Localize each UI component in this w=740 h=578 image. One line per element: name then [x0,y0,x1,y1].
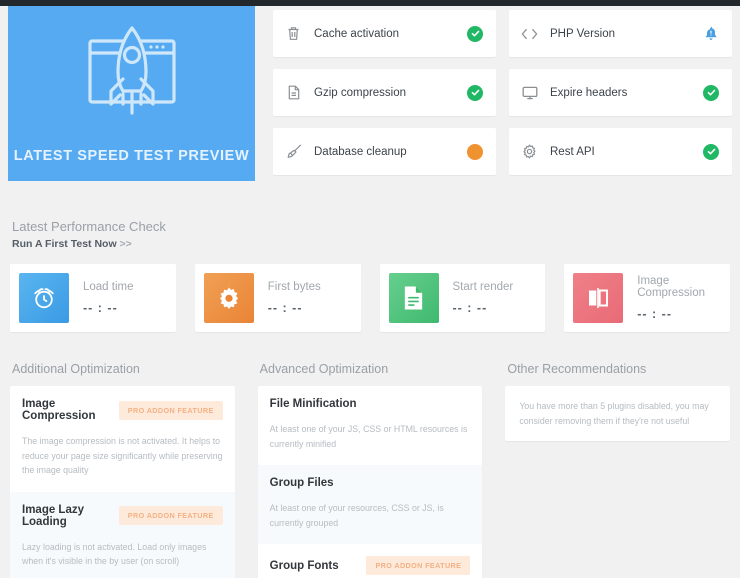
metric-label: Image Compression [637,275,730,299]
opt-item-image-compression[interactable]: Image Compression PRO ADDON FEATURE The … [10,386,235,492]
status-label: Database cleanup [314,146,467,158]
check-circle-icon [703,85,719,101]
column-title: Advanced Optimization [258,362,483,376]
hero-label: LATEST SPEED TEST PREVIEW [14,148,249,164]
metric-text: Start render -- : -- [453,281,514,315]
check-circle-icon [467,26,483,42]
check-circle-icon [703,144,719,160]
advanced-optimization-panel: File Minification At least one of your J… [258,386,483,578]
document-lines-icon [389,273,439,323]
chevron-right-icon: >> [120,238,132,250]
compress-image-icon [573,273,623,323]
performance-header: Latest Performance Check Run A First Tes… [8,181,732,252]
metric-value: -- : -- [83,301,134,315]
metric-card-start-render[interactable]: Start render -- : -- [380,264,546,332]
pro-addon-badge: PRO ADDON FEATURE [366,556,470,575]
status-grid: Cache activation PHP Version [273,6,732,175]
check-circle-icon [467,85,483,101]
metric-text: First bytes -- : -- [268,281,321,315]
status-card-gzip-compression[interactable]: Gzip compression [273,69,496,116]
opt-name: File Minification [270,398,357,410]
metric-card-image-compression[interactable]: Image Compression -- : -- [564,264,730,332]
top-section: LATEST SPEED TEST PREVIEW Cache activati… [8,6,732,181]
performance-title: Latest Performance Check [12,219,730,234]
recommendation-item: You have more than 5 plugins disabled, y… [505,386,730,441]
optimization-columns: Additional Optimization Image Compressio… [8,362,732,578]
rocket-browser-illustration-icon [67,24,197,134]
run-first-test-label: Run A First Test Now [12,238,117,250]
bell-icon[interactable] [703,26,719,42]
opt-head: File Minification [270,398,471,410]
gear-icon [521,143,538,160]
pro-addon-badge: PRO ADDON FEATURE [119,506,223,525]
file-icon [285,84,302,101]
opt-head: Group Fonts PRO ADDON FEATURE [270,556,471,575]
monitor-icon [521,84,538,101]
metric-label: First bytes [268,281,321,293]
metric-value: -- : -- [637,307,730,321]
opt-desc: At least one of your JS, CSS or HTML res… [270,422,471,451]
status-label: PHP Version [550,28,703,40]
column-title: Additional Optimization [10,362,235,376]
other-recommendations-panel: You have more than 5 plugins disabled, y… [505,386,730,441]
trash-icon [285,25,302,42]
dot-icon [467,144,483,160]
additional-optimization-panel: Image Compression PRO ADDON FEATURE The … [10,386,235,578]
metric-card-first-bytes[interactable]: First bytes -- : -- [195,264,361,332]
status-card-database-cleanup[interactable]: Database cleanup [273,128,496,175]
status-card-rest-api[interactable]: Rest API [509,128,732,175]
column-other-recommendations: Other Recommendations You have more than… [505,362,730,578]
opt-item-group-files[interactable]: Group Files At least one of your resourc… [258,465,483,544]
code-icon [521,25,538,42]
opt-item-file-minification[interactable]: File Minification At least one of your J… [258,386,483,465]
opt-desc: Lazy loading is not activated. Load only… [22,540,223,569]
status-card-expire-headers[interactable]: Expire headers [509,69,732,116]
metric-card-load-time[interactable]: Load time -- : -- [10,264,176,332]
broom-icon [285,143,302,160]
metric-value: -- : -- [268,301,321,315]
run-first-test-link[interactable]: Run A First Test Now >> [12,238,132,250]
opt-head: Group Files [270,477,471,489]
status-label: Expire headers [550,87,703,99]
metric-text: Load time -- : -- [83,281,134,315]
column-title: Other Recommendations [505,362,730,376]
opt-item-image-lazy-loading[interactable]: Image Lazy Loading PRO ADDON FEATURE Laz… [10,492,235,578]
pro-addon-badge: PRO ADDON FEATURE [119,401,223,420]
opt-head: Image Compression PRO ADDON FEATURE [22,398,223,422]
gear-icon [204,273,254,323]
column-advanced-optimization: Advanced Optimization File Minification … [258,362,483,578]
opt-name: Group Files [270,477,334,489]
metric-value: -- : -- [453,301,514,315]
speed-test-preview-panel[interactable]: LATEST SPEED TEST PREVIEW [8,6,255,181]
metric-row: Load time -- : -- First bytes -- : -- St… [8,264,732,332]
metric-label: Start render [453,281,514,293]
status-label: Gzip compression [314,87,467,99]
metric-text: Image Compression -- : -- [637,275,730,321]
status-card-php-version[interactable]: PHP Version [509,10,732,57]
status-card-cache-activation[interactable]: Cache activation [273,10,496,57]
opt-head: Image Lazy Loading PRO ADDON FEATURE [22,504,223,528]
dashboard-page: LATEST SPEED TEST PREVIEW Cache activati… [0,6,740,578]
column-additional-optimization: Additional Optimization Image Compressio… [10,362,235,578]
opt-name: Image Lazy Loading [22,504,119,528]
status-label: Rest API [550,146,703,158]
status-label: Cache activation [314,28,467,40]
opt-item-group-fonts[interactable]: Group Fonts PRO ADDON FEATURE None of yo… [258,544,483,578]
alarm-clock-icon [19,273,69,323]
metric-label: Load time [83,281,134,293]
opt-desc: At least one of your resources, CSS or J… [270,501,471,530]
opt-name: Image Compression [22,398,119,422]
opt-desc: The image compression is not activated. … [22,434,223,478]
opt-name: Group Fonts [270,560,339,572]
